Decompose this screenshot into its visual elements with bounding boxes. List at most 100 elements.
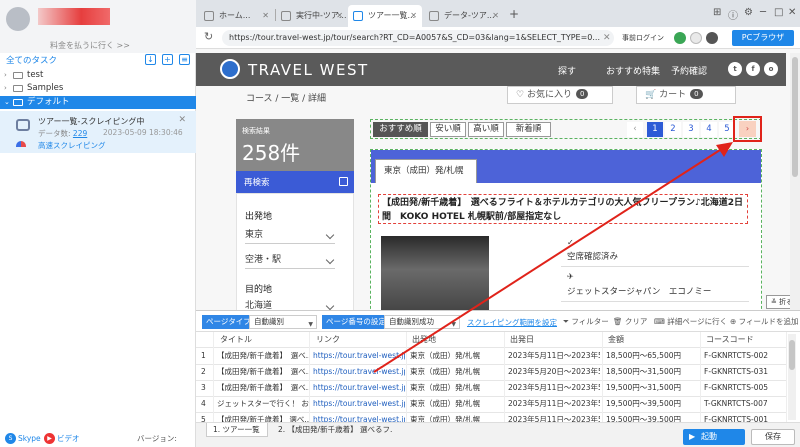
- extension-icon[interactable]: [690, 32, 702, 44]
- result-card[interactable]: 東京（成田）発/札幌 【成田発/新千歳着】 選べるフライト＆ホテルカテゴリの大人…: [370, 149, 762, 310]
- new-folder-icon[interactable]: +: [162, 54, 173, 65]
- prev-page[interactable]: ‹: [627, 122, 643, 137]
- avatar[interactable]: [6, 7, 30, 31]
- row-number[interactable]: 1: [201, 348, 213, 364]
- cell-departure[interactable]: 東京（成田）発/札幌: [410, 380, 502, 396]
- cart-button[interactable]: 🛒 カート 0: [636, 86, 736, 104]
- close-icon[interactable]: ✕: [336, 5, 343, 27]
- detail-page-button[interactable]: ⌨ 詳細ページに行く: [654, 316, 727, 327]
- cell-price[interactable]: 18,500円～31,500円: [606, 364, 698, 380]
- cell-price[interactable]: 19,500円～39,500円: [606, 396, 698, 412]
- departure-sub-select[interactable]: 空港・駅: [245, 252, 335, 269]
- window-close-icon[interactable]: ✕: [788, 7, 796, 18]
- row-number[interactable]: 2: [201, 364, 213, 380]
- task-card[interactable]: ツアー一覧-スクレイピング中 データ数: 229 2023-05-09 18:3…: [0, 111, 196, 153]
- refine-search-button[interactable]: 再検索: [236, 171, 354, 193]
- col-link[interactable]: リンク: [316, 332, 340, 347]
- clear-url-icon[interactable]: ✕: [603, 30, 611, 46]
- cell-title[interactable]: 【成田発/新千歳着】 選べ...: [217, 412, 309, 422]
- col-departure[interactable]: 出発地: [412, 332, 436, 347]
- new-tab-button[interactable]: +: [509, 5, 519, 23]
- cell-date[interactable]: 2023年5月11日～2023年5月...: [508, 412, 600, 422]
- speed-scrape-link[interactable]: 高速スクレイピング: [38, 140, 106, 151]
- sort-expensive[interactable]: 高い順: [468, 122, 504, 137]
- cell-code[interactable]: F-GKNRTCTS-005: [704, 380, 796, 396]
- cell-date[interactable]: 2023年5月20日～2023年5月...: [508, 364, 600, 380]
- cell-price[interactable]: 19,500円～39,500円: [606, 412, 698, 422]
- page-number-select[interactable]: 自動識別成功 ▼: [384, 315, 460, 329]
- nav-featured[interactable]: おすすめ特集: [606, 64, 660, 77]
- tour-title[interactable]: 【成田発/新千歳着】 選べるフライト＆ホテルカテゴリの大人気フリープラン♪北海道…: [378, 194, 748, 224]
- reload-icon[interactable]: ↻: [204, 30, 213, 43]
- row-number[interactable]: 3: [201, 380, 213, 396]
- tab-tour-list[interactable]: ツアー一覧... ✕: [348, 5, 422, 27]
- pay-link[interactable]: 料金を払うに行く >>: [50, 40, 130, 51]
- task-count-link[interactable]: 229: [73, 129, 87, 138]
- close-icon[interactable]: ✕: [178, 115, 186, 125]
- globe-logo-icon[interactable]: [220, 59, 240, 79]
- page-scrollbar[interactable]: [790, 53, 800, 310]
- breadcrumb[interactable]: コース / 一覧 / 詳細: [246, 91, 326, 104]
- nav-booking[interactable]: 予約確認: [671, 64, 707, 77]
- run-button[interactable]: ▶ 起動: [683, 429, 745, 445]
- close-icon[interactable]: ✕: [262, 5, 269, 27]
- pre-login-button[interactable]: 事前ログイン: [622, 33, 664, 43]
- page-2[interactable]: 2: [665, 122, 681, 137]
- next-page-button[interactable]: ›: [739, 121, 756, 137]
- cell-title[interactable]: ジェットスターで行く！ お...: [217, 396, 309, 412]
- nav-search[interactable]: 探す: [558, 64, 576, 77]
- list-icon[interactable]: ≡: [179, 54, 190, 65]
- data-tab-tour-list[interactable]: 1. ツアー一覧: [206, 423, 268, 437]
- cell-link[interactable]: https://tour.travel-west.jp/tou...: [313, 412, 405, 422]
- grid-scrollbar[interactable]: [788, 334, 796, 420]
- clear-button[interactable]: 🗑 クリア: [613, 316, 647, 327]
- maximize-icon[interactable]: □: [774, 7, 783, 18]
- cell-link[interactable]: https://tour.travel-west.jp/tou...: [313, 380, 405, 396]
- page-3[interactable]: 3: [683, 122, 699, 137]
- cell-departure[interactable]: 東京（成田）発/札幌: [410, 364, 502, 380]
- cell-date[interactable]: 2023年5月11日～2023年5月...: [508, 348, 600, 364]
- page-type-select[interactable]: 自動識別 ▼: [249, 315, 317, 329]
- pc-browser-button[interactable]: PCブラウザ: [732, 30, 794, 46]
- cell-link[interactable]: https://tour.travel-west.jp/tou...: [313, 364, 405, 380]
- grid-icon[interactable]: ⊞: [713, 7, 721, 18]
- cell-code[interactable]: F-GKNRTCTS-031: [704, 364, 796, 380]
- sort-new[interactable]: 新着順: [506, 122, 551, 137]
- tree-item-default[interactable]: ⌄ デフォルト: [0, 96, 196, 109]
- cell-departure[interactable]: 東京（成田）発/札幌: [410, 348, 502, 364]
- tree-item-test[interactable]: › test: [0, 69, 196, 82]
- close-icon[interactable]: ✕: [492, 5, 499, 27]
- tree-item-samples[interactable]: › Samples: [0, 82, 196, 95]
- cell-code[interactable]: F-GKNRTCTS-001: [704, 412, 796, 422]
- cell-code[interactable]: F-GKNRTCTS-002: [704, 348, 796, 364]
- extension-icon[interactable]: [674, 32, 686, 44]
- tab-data[interactable]: データ-ツア... ✕: [424, 5, 504, 27]
- departure-select[interactable]: 東京: [245, 227, 335, 244]
- col-code[interactable]: コースコード: [706, 332, 754, 347]
- col-date[interactable]: 出発日: [510, 332, 534, 347]
- scrape-range-link[interactable]: スクレイピング範囲を設定: [467, 317, 557, 328]
- extension-icon[interactable]: [706, 32, 718, 44]
- close-icon[interactable]: ✕: [410, 5, 417, 27]
- site-brand[interactable]: TRAVEL WEST: [248, 61, 369, 79]
- minimize-icon[interactable]: ─: [760, 7, 766, 18]
- cell-title[interactable]: 【成田発/新千歳着】 選べ...: [217, 380, 309, 396]
- tab-running[interactable]: 実行中-ツア... ✕: [276, 5, 348, 27]
- save-button[interactable]: 保存: [751, 429, 795, 445]
- cell-code[interactable]: T-GKNRTCTS-007: [704, 396, 796, 412]
- add-field-button[interactable]: ⊕ フィールドを追加: [730, 316, 799, 327]
- data-tab-detail[interactable]: 2. 【成田発/新千歳着】 選べるフ...: [272, 423, 392, 437]
- col-title[interactable]: タイトル: [220, 332, 252, 347]
- cell-departure[interactable]: 東京（成田）発/札幌: [410, 396, 502, 412]
- cell-price[interactable]: 18,500円～65,500円: [606, 348, 698, 364]
- info-icon[interactable]: ⓘ: [728, 7, 738, 22]
- cell-price[interactable]: 19,500円～31,500円: [606, 380, 698, 396]
- url-input[interactable]: https://tour.travel-west.jp/tour/search?…: [222, 30, 614, 46]
- sort-recommended[interactable]: おすすめ順: [373, 122, 428, 137]
- hotel-photo[interactable]: [381, 236, 489, 310]
- page-1[interactable]: 1: [647, 122, 663, 137]
- tab-home[interactable]: ホーム... ✕: [199, 5, 274, 27]
- destination-select[interactable]: 北海道: [245, 298, 335, 310]
- instagram-icon[interactable]: o: [764, 62, 778, 76]
- cell-link[interactable]: https://tour.travel-west.jp/tou...: [313, 348, 405, 364]
